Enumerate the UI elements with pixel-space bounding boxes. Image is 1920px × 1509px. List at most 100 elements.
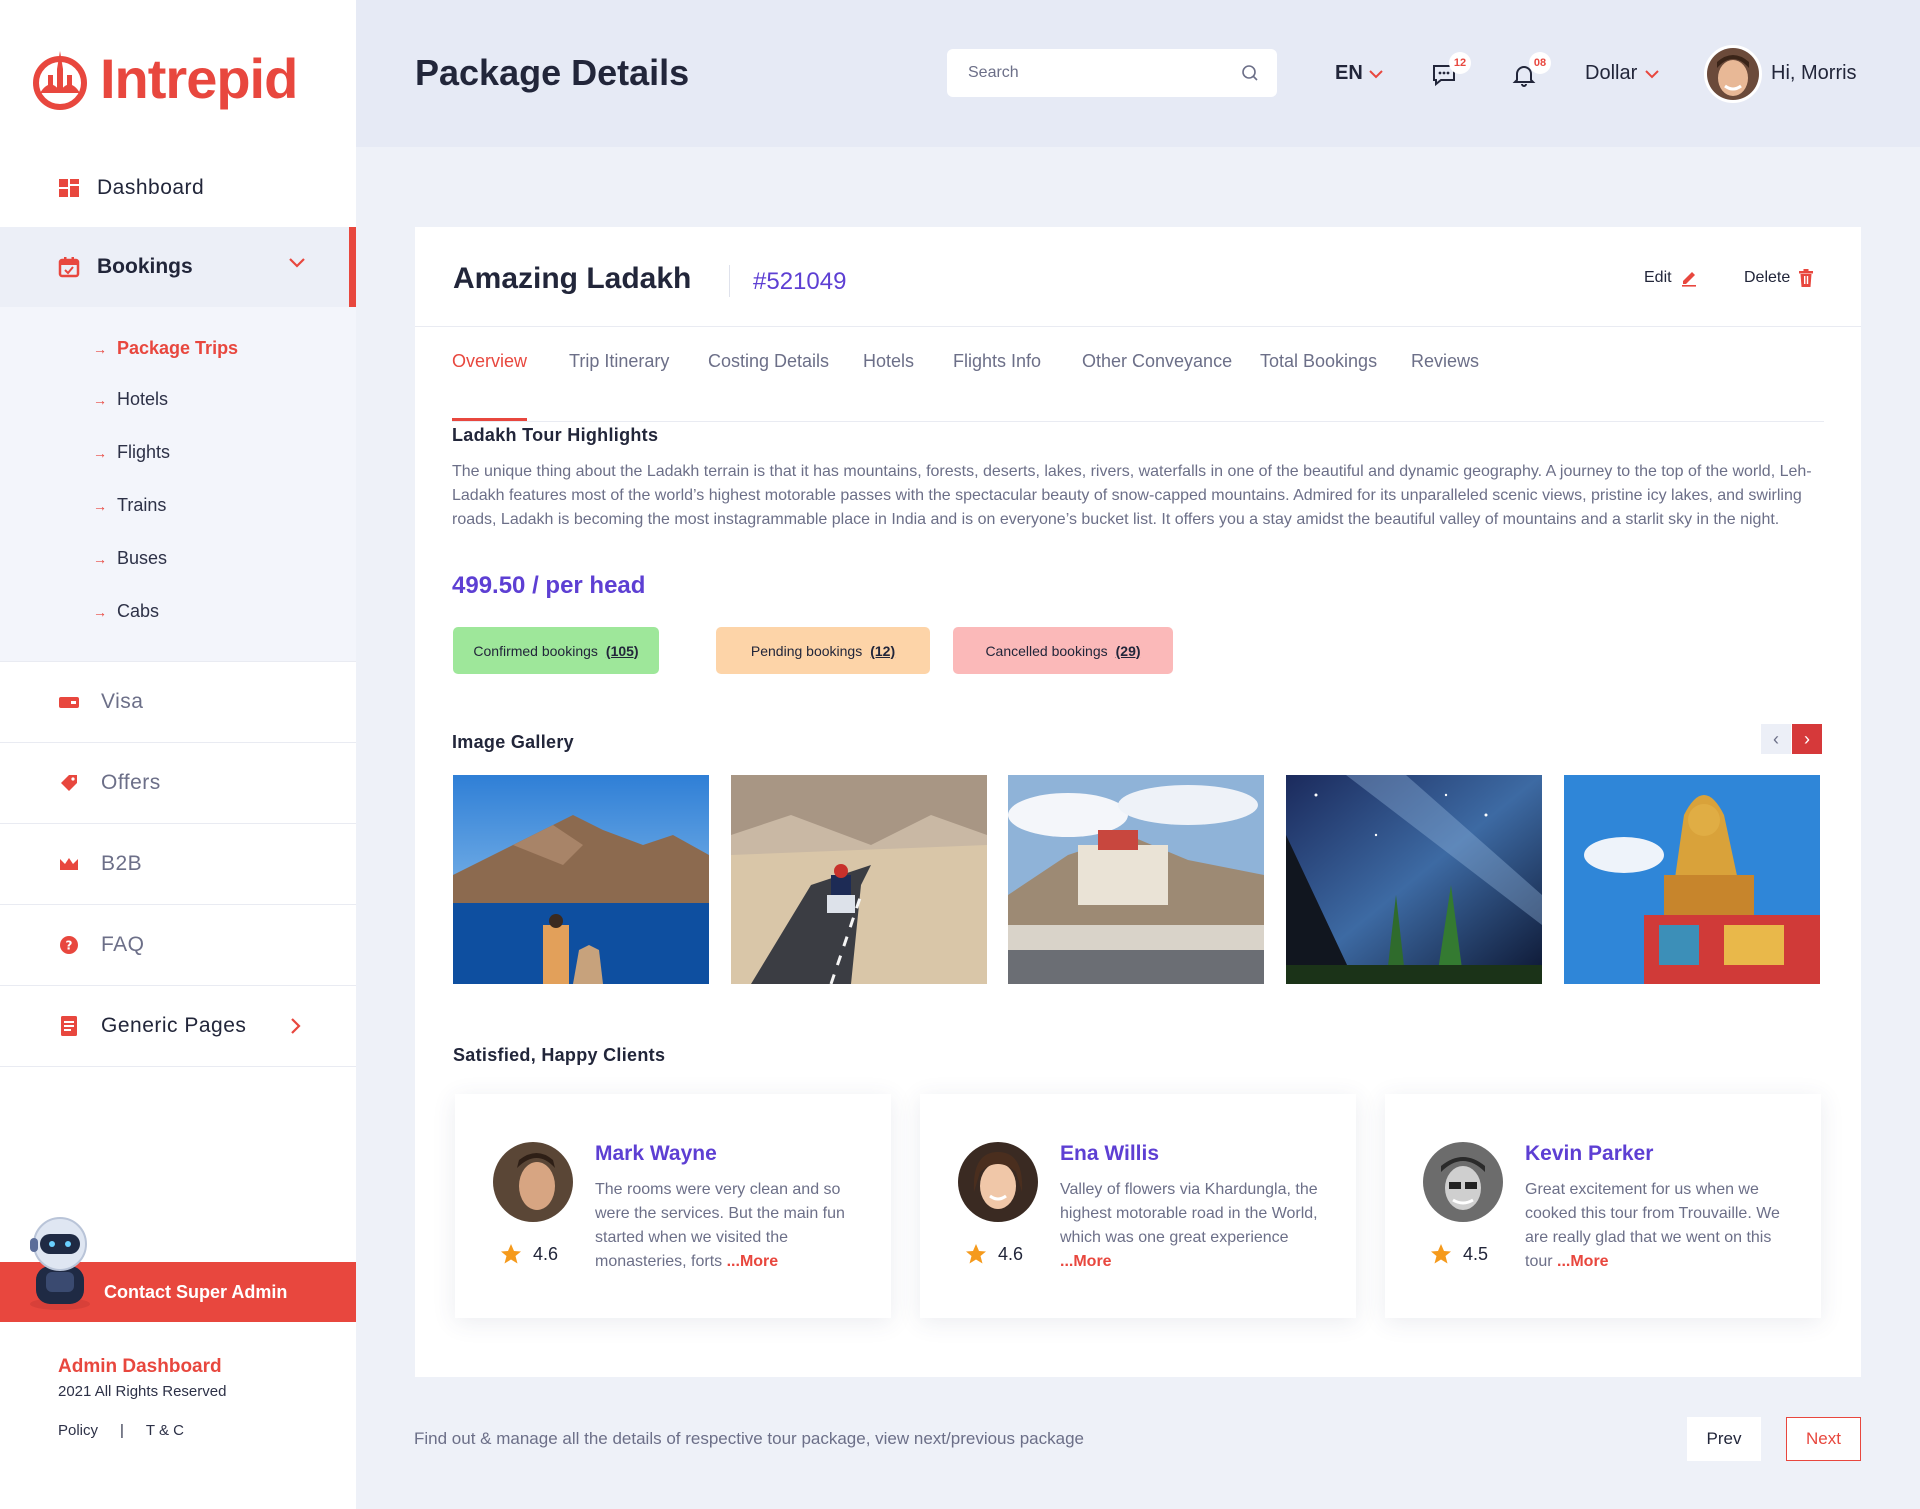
package-id: #521049 [753,268,847,295]
sidebar-item-dashboard[interactable]: Dashboard [0,148,356,228]
pill-label: Confirmed bookings [473,642,598,659]
bookings-submenu: Bookings → Package Trips → Hotels → Flights… [0,227,356,661]
sidebar-item-generic-pages[interactable]: Generic Pages [0,986,356,1066]
sidebar-item-bookings[interactable]: Bookings [0,227,356,307]
notifications-button[interactable]: 08 [1511,52,1551,88]
cancelled-bookings-button[interactable]: Cancelled bookings (29) [953,627,1173,674]
currency-label: Dollar [1585,62,1638,84]
starry-sky-photo [1286,775,1542,984]
sub-item-flights[interactable]: → Flights [93,442,170,463]
language-label: EN [1335,62,1363,84]
user-greeting: Hi, Morris [1771,62,1857,84]
tab-other-conveyance[interactable]: Other Conveyance [1082,351,1232,421]
copyright-text: 2021 All Rights Reserved [58,1383,227,1400]
reviewer-name[interactable]: Kevin Parker [1525,1142,1653,1166]
read-more-link[interactable]: ...More [1557,1253,1609,1270]
messages-badge: 12 [1449,52,1471,74]
sidebar-item-faq[interactable]: ? FAQ [0,905,356,985]
tab-flights-info[interactable]: Flights Info [953,351,1041,421]
gallery-image-buddha-statue[interactable] [1564,775,1820,984]
arrow-right-icon: → [93,391,107,408]
search-input[interactable] [968,64,1228,82]
sidebar-item-visa[interactable]: Visa [0,662,356,742]
reviewer-name[interactable]: Mark Wayne [595,1142,717,1166]
reviewer-name[interactable]: Ena Willis [1060,1142,1159,1166]
pill-count: (12) [870,642,896,659]
chevron-right-icon [291,1018,301,1034]
read-more-link[interactable]: ...More [1060,1253,1112,1270]
sub-item-trains[interactable]: → Trains [93,495,166,516]
search-icon[interactable] [1241,64,1259,82]
arrow-right-icon: → [93,497,107,514]
messages-button[interactable]: 12 [1431,52,1471,88]
admin-dashboard-title: Admin Dashboard [58,1356,222,1377]
tab-hotels[interactable]: Hotels [863,351,914,421]
currency-selector[interactable]: Dollar [1585,62,1659,85]
crown-icon [60,858,78,870]
highlights-title: Ladakh Tour Highlights [452,425,659,445]
policy-links: Policy | T & C [58,1422,184,1439]
rating: 4.6 [499,1242,558,1266]
contact-label: Contact Super Admin [104,1281,288,1302]
gallery-next-button[interactable]: › [1792,724,1822,754]
gallery-title: Image Gallery [452,732,574,752]
svg-text:?: ? [66,939,73,953]
rating-value: 4.6 [998,1243,1024,1264]
language-selector[interactable]: EN [1335,62,1383,85]
star-icon [1431,1244,1451,1264]
sidebar-item-label: Offers [101,771,161,794]
mountain-lake-photo [453,775,709,984]
sub-item-package-trips[interactable]: → Package Trips [93,338,238,359]
gallery-image-monastery[interactable] [1008,775,1264,984]
sidebar-item-offers[interactable]: Offers [0,743,356,823]
gallery-image-mountain-lake[interactable] [453,775,709,984]
package-name: Amazing Ladakh [453,262,692,295]
chevron-down-icon [1645,69,1659,78]
tab-reviews[interactable]: Reviews [1411,351,1479,421]
sub-item-label: Package Trips [117,338,239,358]
delete-button[interactable]: Delete [1744,269,1814,287]
pill-label: Pending bookings [750,642,863,659]
logo[interactable]: Intrepid [30,46,298,111]
sidebar-item-b2b[interactable]: B2B [0,824,356,904]
footer-note: Find out & manage all the details of res… [414,1429,1084,1448]
sub-item-cabs[interactable]: → Cabs [93,601,159,622]
terms-link[interactable]: T & C [146,1422,184,1439]
delete-label: Delete [1744,269,1791,286]
pill-count: (105) [605,642,639,659]
monastery-photo [1008,775,1264,984]
prev-button[interactable]: Prev [1687,1417,1761,1461]
tab-costing-details[interactable]: Costing Details [708,351,829,421]
arrow-right-icon: → [93,550,107,567]
review-body: The rooms were very clean and so were th… [595,1181,845,1270]
tab-trip-itinerary[interactable]: Trip Itinerary [569,351,669,421]
chevron-down-icon [289,258,305,268]
rating: 4.6 [964,1242,1023,1266]
sub-item-label: Flights [117,442,171,462]
read-more-link[interactable]: ...More [727,1253,779,1270]
pending-bookings-button[interactable]: Pending bookings (12) [716,627,930,674]
edit-button[interactable]: Edit [1644,269,1698,287]
next-button[interactable]: Next [1786,1417,1861,1461]
gallery-image-starry-sky[interactable] [1286,775,1542,984]
pencil-icon [1681,272,1696,287]
search-box[interactable] [947,49,1277,97]
confirmed-bookings-button[interactable]: Confirmed bookings (105) [453,627,659,674]
sub-item-label: Hotels [117,389,169,409]
user-avatar[interactable] [1704,45,1762,103]
reviewer-photo [958,1142,1038,1222]
calendar-icon [58,257,80,278]
tab-overview[interactable]: Overview [452,351,528,421]
policy-link[interactable]: Policy [58,1422,98,1439]
gallery-image-motorbike-road[interactable] [731,775,987,984]
rating-value: 4.5 [1463,1243,1489,1264]
page-title: Package Details [415,52,690,93]
arrow-right-icon: → [93,603,107,620]
buddha-statue-photo [1564,775,1820,984]
star-icon [501,1244,521,1264]
sub-item-buses[interactable]: → Buses [93,548,167,569]
sub-item-hotels[interactable]: → Hotels [93,389,168,410]
pill-count: (29) [1115,642,1141,659]
gallery-prev-button[interactable]: ‹ [1761,724,1791,754]
tab-total-bookings[interactable]: Total Bookings [1260,351,1377,421]
